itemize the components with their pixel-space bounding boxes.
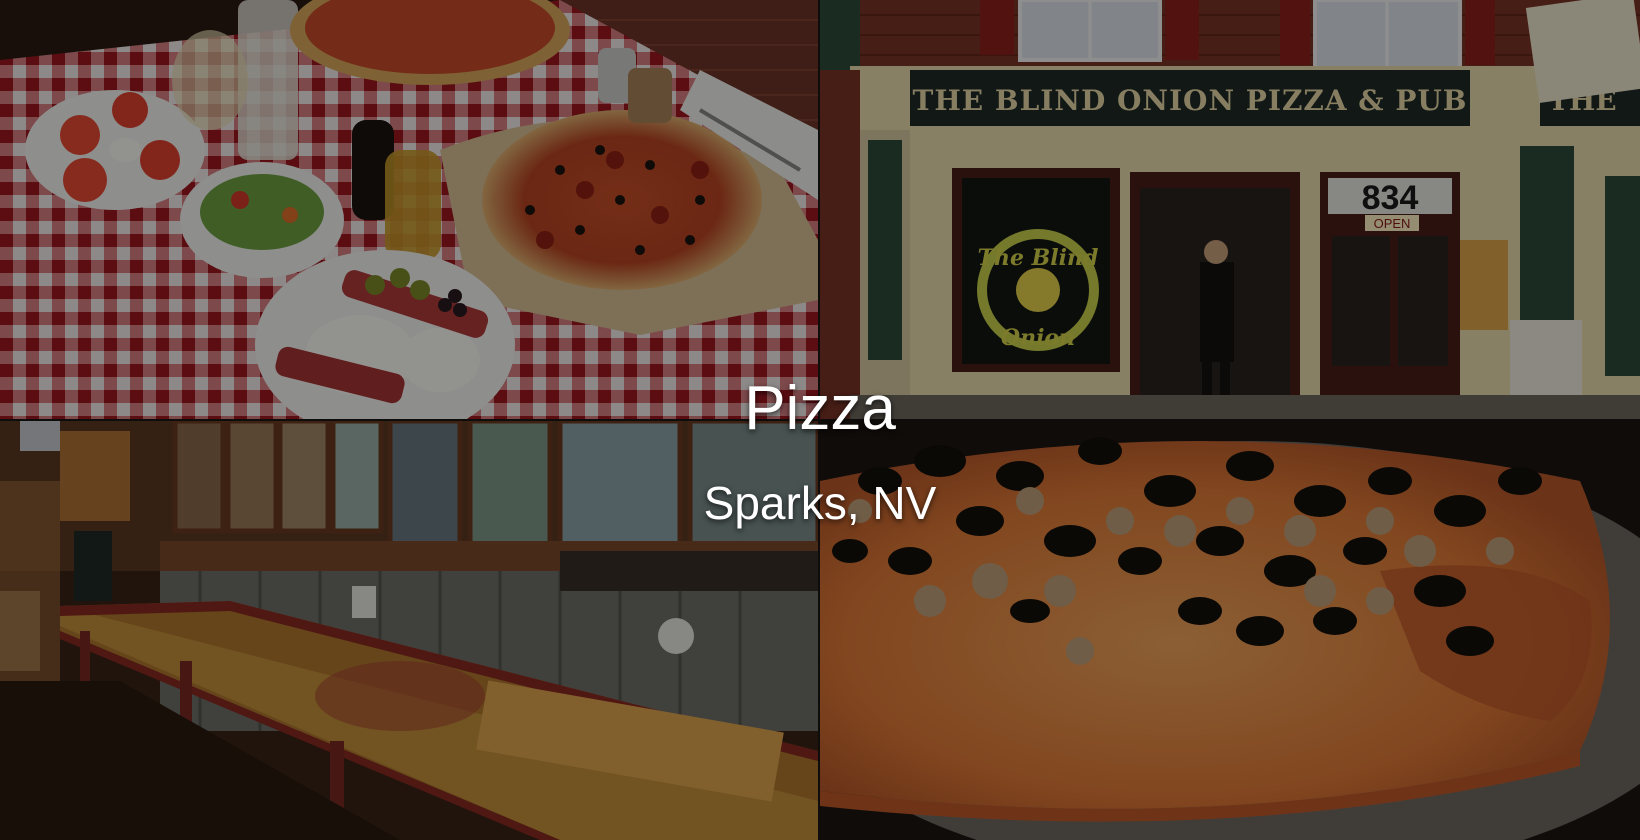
storefront-image: THE BLIND ONION PIZZA & PUB THE The Blin…: [820, 0, 1640, 419]
logo-text-bottom: Onion: [1001, 325, 1075, 351]
photo-storefront: THE BLIND ONION PIZZA & PUB THE The Blin…: [820, 0, 1640, 419]
logo-text-top: The Blind: [978, 245, 1099, 271]
table-spread-image: [0, 0, 818, 419]
pizza-closeup-image: [820, 421, 1640, 840]
address-number: 834: [1362, 179, 1419, 217]
interior-image: [0, 421, 818, 840]
photo-interior-shuffleboard: [0, 421, 818, 840]
hero-banner: THE BLIND ONION PIZZA & PUB THE The Blin…: [0, 0, 1640, 840]
open-sign: OPEN: [1374, 216, 1411, 231]
storefront-sign: THE BLIND ONION PIZZA & PUB: [913, 84, 1468, 117]
photo-pizza-closeup: [820, 421, 1640, 840]
photo-table-spread: [0, 0, 818, 419]
tile-divider-horizontal: [0, 419, 1640, 421]
